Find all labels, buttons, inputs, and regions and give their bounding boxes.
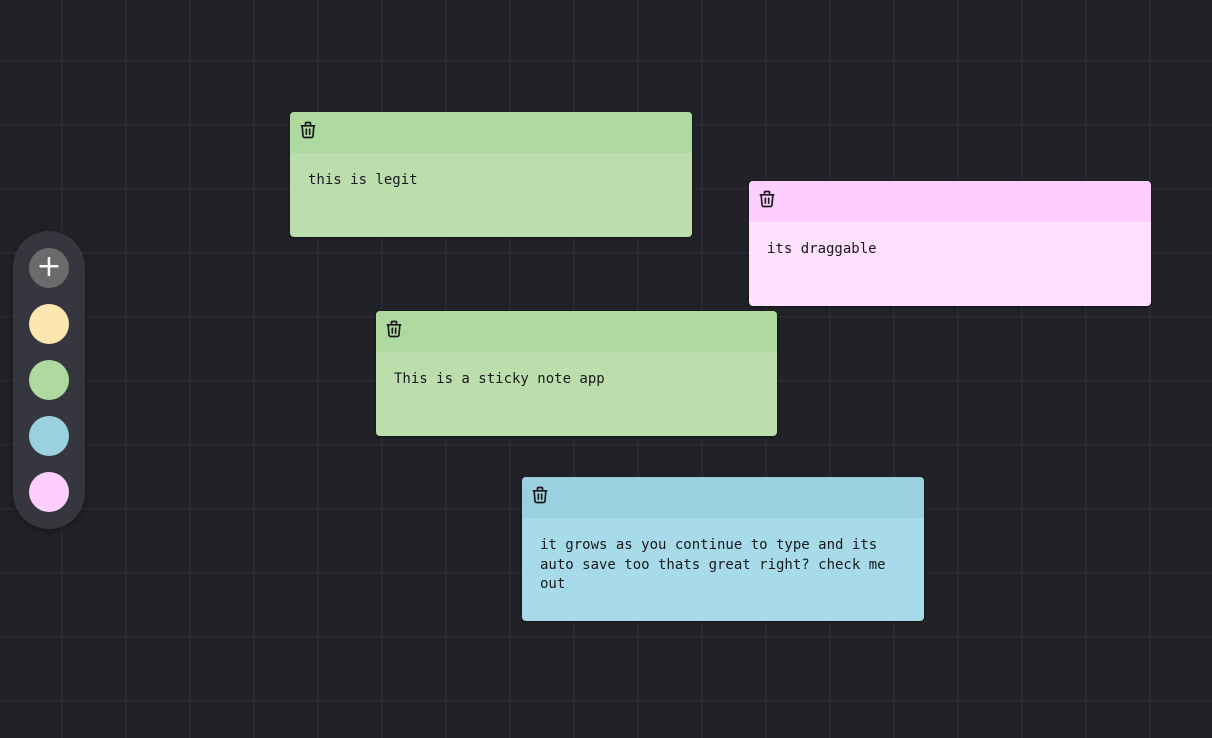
- trash-icon[interactable]: [384, 319, 404, 339]
- trash-icon[interactable]: [757, 189, 777, 209]
- note-text[interactable]: this is legit: [290, 153, 692, 191]
- note-text[interactable]: its draggable: [749, 222, 1151, 260]
- sticky-note[interactable]: its draggable: [749, 181, 1151, 306]
- trash-icon[interactable]: [298, 120, 318, 140]
- color-swatch-green[interactable]: [29, 360, 69, 400]
- note-drag-handle[interactable]: [522, 477, 924, 518]
- note-text[interactable]: This is a sticky note app: [376, 352, 777, 390]
- sticky-note[interactable]: it grows as you continue to type and its…: [522, 477, 924, 621]
- sticky-note[interactable]: This is a sticky note app: [376, 311, 777, 436]
- note-text[interactable]: it grows as you continue to type and its…: [522, 518, 924, 595]
- color-swatch-pink[interactable]: [29, 472, 69, 512]
- sticky-note[interactable]: this is legit: [290, 112, 692, 237]
- note-drag-handle[interactable]: [290, 112, 692, 153]
- note-drag-handle[interactable]: [749, 181, 1151, 222]
- add-note-button[interactable]: +: [29, 248, 69, 288]
- color-palette-panel: +: [13, 231, 85, 529]
- color-swatch-yellow[interactable]: [29, 304, 69, 344]
- color-swatch-blue[interactable]: [29, 416, 69, 456]
- board: { "controls": { "add_label": "+", "add_i…: [0, 0, 1212, 738]
- trash-icon[interactable]: [530, 485, 550, 505]
- note-drag-handle[interactable]: [376, 311, 777, 352]
